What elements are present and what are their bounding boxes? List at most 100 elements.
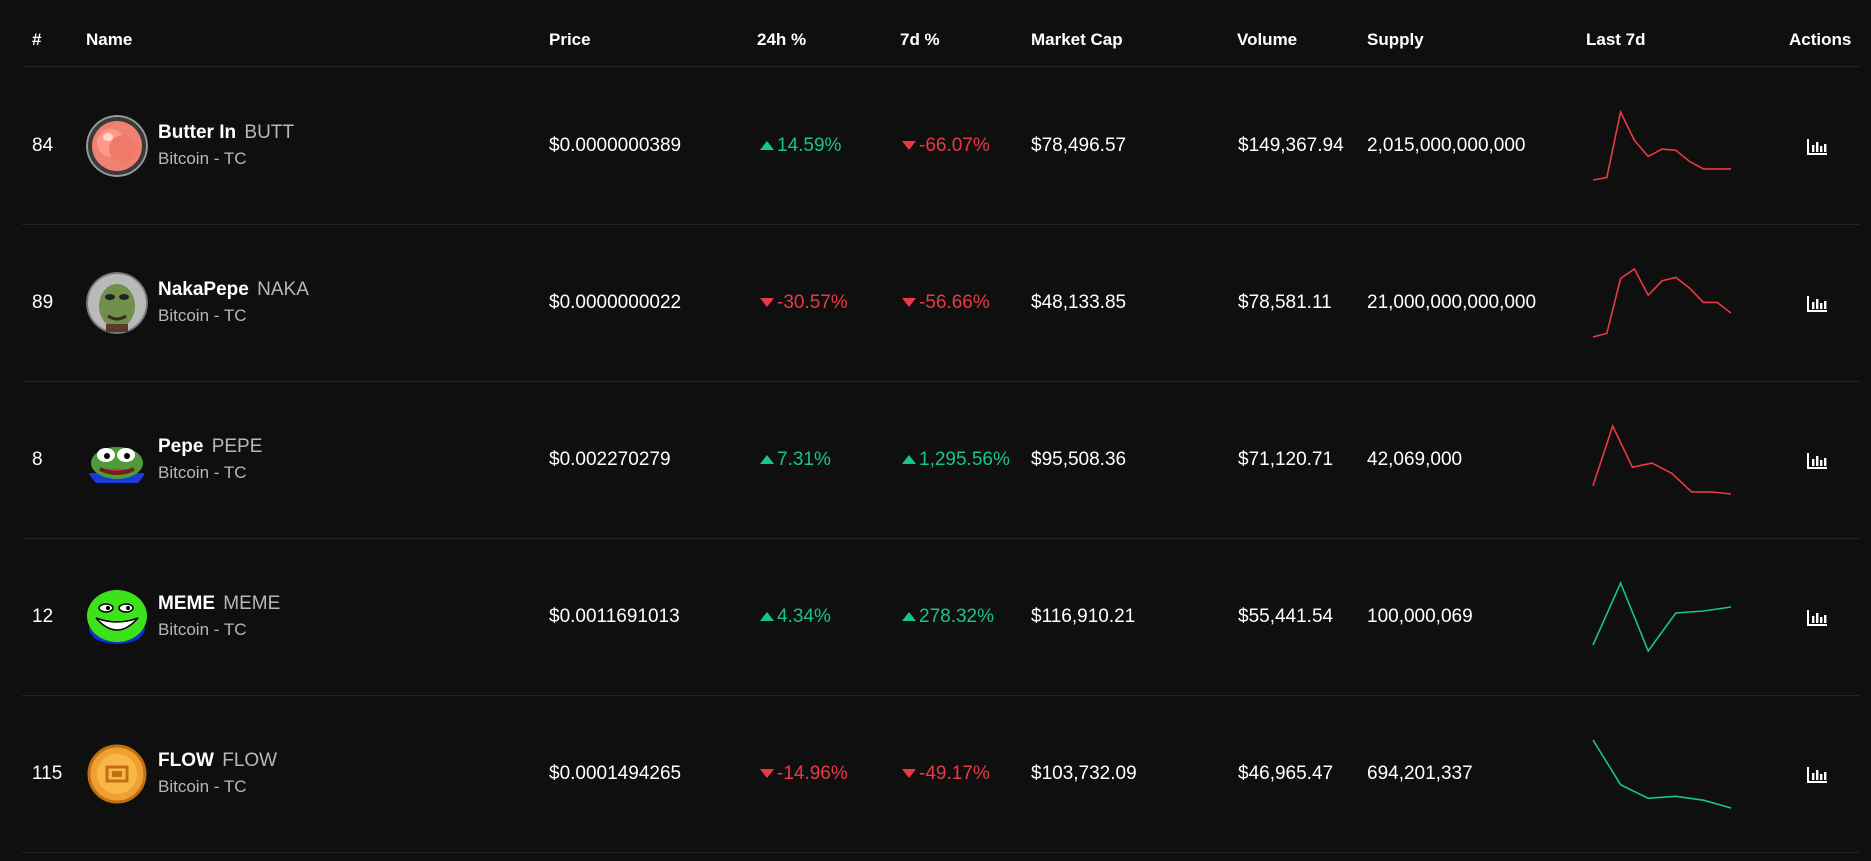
- change-24h-cell: 7.31%: [760, 381, 831, 538]
- header-name[interactable]: Name: [86, 30, 132, 50]
- bar-chart-icon: [1807, 452, 1827, 469]
- coin-network: Bitcoin - TC: [158, 777, 247, 796]
- coin-name[interactable]: FLOW: [158, 750, 214, 771]
- header-volume[interactable]: Volume: [1237, 30, 1297, 50]
- coin-name[interactable]: NakaPepe: [158, 279, 249, 300]
- bar-chart-icon: [1807, 609, 1827, 626]
- sparkline-line: [1592, 109, 1731, 181]
- volume-cell: $71,120.71: [1238, 381, 1333, 538]
- price-value: $0.0000000389: [549, 134, 682, 156]
- volume-cell: $149,367.94: [1238, 67, 1344, 224]
- sparkline-line: [1592, 423, 1732, 495]
- actions-cell: [1802, 381, 1832, 538]
- change-7d-cell: -66.07%: [902, 67, 990, 224]
- header-market-cap[interactable]: Market Cap: [1031, 30, 1123, 50]
- rank-value: 84: [32, 134, 54, 156]
- change-7d-cell: 278.32%: [902, 538, 994, 695]
- name-cell[interactable]: NakaPepe NAKA Bitcoin - TC: [86, 224, 309, 381]
- supply-value: 42,069,000: [1367, 448, 1463, 470]
- coin-symbol: BUTT: [244, 122, 294, 143]
- header-rank[interactable]: #: [32, 30, 41, 50]
- coin-table: # Name Price 24h % 7d % Market Cap Volum…: [22, 0, 1860, 861]
- table-row[interactable]: 89 NakaPepe NAKA Bitcoin - TC $0.0000000…: [22, 224, 1860, 382]
- table-row[interactable]: 8 Pepe PEPE Bitcoin - TC $0.002270279 7.…: [22, 381, 1860, 539]
- market-cap-value: $48,133.85: [1031, 291, 1127, 313]
- chart-button[interactable]: [1802, 131, 1832, 161]
- header-supply[interactable]: Supply: [1367, 30, 1424, 50]
- actions-cell: [1802, 67, 1832, 224]
- name-text: MEME MEME Bitcoin - TC: [158, 593, 280, 640]
- change-7d-value: -66.07%: [919, 134, 990, 156]
- change-7d-value: -49.17%: [919, 762, 990, 784]
- coin-network: Bitcoin - TC: [158, 306, 247, 325]
- market-cap-value: $78,496.57: [1031, 134, 1127, 156]
- name-cell[interactable]: MEME MEME Bitcoin - TC: [86, 538, 280, 695]
- supply-value: 2,015,000,000,000: [1367, 134, 1526, 156]
- chart-button[interactable]: [1802, 759, 1832, 789]
- coin-network: Bitcoin - TC: [158, 463, 247, 482]
- bar-chart-icon: [1807, 138, 1827, 155]
- market-cap-value: $95,508.36: [1031, 448, 1127, 470]
- chart-button[interactable]: [1802, 445, 1832, 475]
- table-row[interactable]: 115 FLOW FLOW Bitcoin - TC $0.0001494265…: [22, 695, 1860, 853]
- sparkline-cell: [1587, 67, 1737, 224]
- name-cell[interactable]: FLOW FLOW Bitcoin - TC: [86, 695, 277, 852]
- chart-button[interactable]: [1802, 602, 1832, 632]
- table-header: # Name Price 24h % 7d % Market Cap Volum…: [22, 0, 1860, 67]
- bar-chart-icon: [1807, 295, 1827, 312]
- volume-value: $46,965.47: [1238, 762, 1334, 784]
- change-24h-cell: 14.59%: [760, 67, 841, 224]
- header-change-7d[interactable]: 7d %: [900, 30, 940, 50]
- sparkline-line: [1592, 267, 1732, 338]
- change-7d-cell: -56.66%: [902, 224, 990, 381]
- volume-value: $149,367.94: [1238, 134, 1344, 156]
- volume-cell: $55,441.54: [1238, 538, 1333, 695]
- market-cap-cell: $116,910.21: [1031, 538, 1135, 695]
- supply-value: 694,201,337: [1367, 762, 1473, 784]
- sparkline-cell: [1587, 381, 1737, 538]
- sparkline-line: [1592, 739, 1732, 809]
- name-text: FLOW FLOW Bitcoin - TC: [158, 750, 277, 797]
- change-24h-value: 4.34%: [777, 605, 831, 627]
- name-cell[interactable]: Pepe PEPE Bitcoin - TC: [86, 381, 262, 538]
- header-price[interactable]: Price: [549, 30, 591, 50]
- rank-value: 115: [32, 762, 63, 784]
- sparkline-chart: [1592, 267, 1732, 338]
- peach-icon: [86, 114, 148, 177]
- supply-value: 100,000,069: [1367, 605, 1473, 627]
- rank-cell: 89: [32, 224, 53, 381]
- header-last-7d: Last 7d: [1586, 30, 1646, 49]
- change-24h-arrow-icon: [760, 298, 774, 307]
- change-7d-arrow-icon: [902, 769, 916, 778]
- supply-cell: 21,000,000,000,000: [1367, 224, 1536, 381]
- naka-pepe-icon: [86, 271, 148, 334]
- sparkline-chart: [1592, 739, 1732, 809]
- pepe-frog-icon: [86, 429, 148, 491]
- header-change-24h[interactable]: 24h %: [757, 30, 806, 50]
- table-row[interactable]: 84 Butter In BUTT Bitcoin - TC $0.000000…: [22, 67, 1860, 225]
- sparkline-line: [1592, 580, 1732, 653]
- table-row[interactable]: 12 MEME MEME Bitcoin - TC $0.0011691013 …: [22, 538, 1860, 696]
- price-value: $0.0001494265: [549, 762, 682, 784]
- price-cell: $0.0001494265: [549, 695, 681, 852]
- change-24h-value: 7.31%: [777, 448, 831, 470]
- market-cap-cell: $78,496.57: [1031, 67, 1126, 224]
- coin-name[interactable]: MEME: [158, 593, 215, 614]
- change-7d-value: 1,295.56%: [919, 448, 1010, 470]
- actions-cell: [1802, 538, 1832, 695]
- change-7d-arrow-icon: [902, 612, 916, 621]
- coin-symbol: FLOW: [222, 750, 278, 771]
- market-cap-value: $103,732.09: [1031, 762, 1137, 784]
- change-24h-cell: -30.57%: [760, 224, 848, 381]
- change-24h-value: -14.96%: [777, 762, 848, 784]
- price-value: $0.002270279: [549, 448, 671, 470]
- supply-cell: 694,201,337: [1367, 695, 1473, 852]
- coin-symbol: PEPE: [211, 436, 263, 457]
- coin-name[interactable]: Butter In: [158, 122, 236, 143]
- coin-network: Bitcoin - TC: [158, 620, 247, 639]
- name-cell[interactable]: Butter In BUTT Bitcoin - TC: [86, 67, 294, 224]
- supply-value: 21,000,000,000,000: [1367, 291, 1537, 313]
- chart-button[interactable]: [1802, 288, 1832, 318]
- rank-value: 89: [32, 291, 54, 313]
- coin-name[interactable]: Pepe: [158, 436, 203, 457]
